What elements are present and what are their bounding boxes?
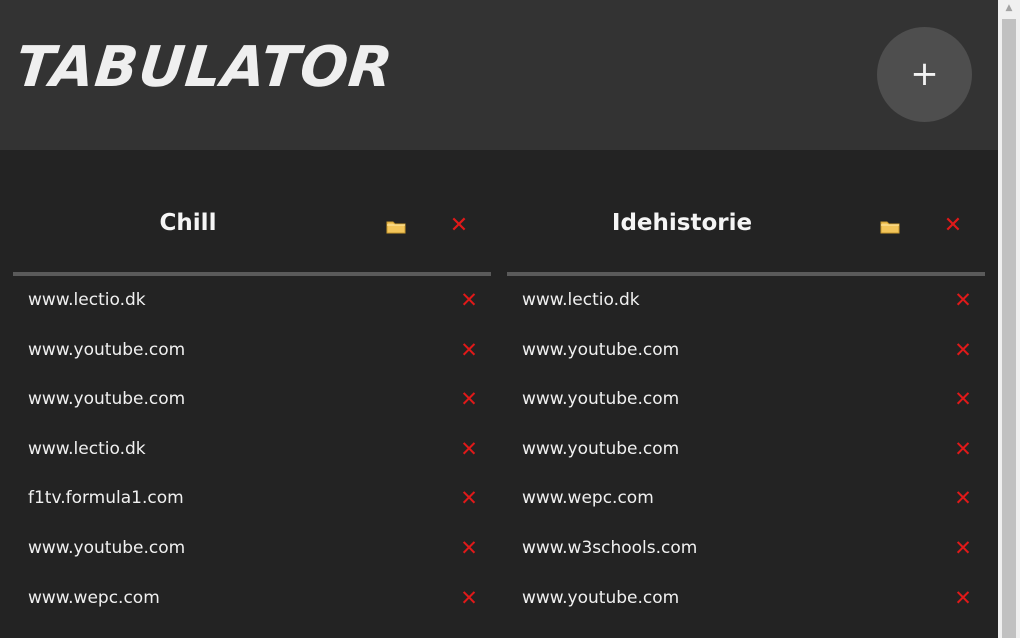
delete-group-button[interactable]: ✕ [449, 213, 469, 239]
folder-icon[interactable] [386, 220, 406, 234]
delete-link-button[interactable]: ✕ [952, 536, 974, 560]
link-item[interactable]: www.youtube.com [28, 340, 185, 360]
tab-group-chill: Chill ✕ www.lectio.dk ✕ www.youtube.com ✕ … [13, 150, 491, 623]
list-item: www.youtube.com ✕ [507, 375, 985, 425]
app: TABULATOR + Chill ✕ www.lectio.dk ✕ www.y… [0, 0, 998, 638]
delete-link-button[interactable]: ✕ [458, 536, 480, 560]
delete-link-button[interactable]: ✕ [458, 338, 480, 362]
list-item: www.youtube.com ✕ [13, 326, 491, 376]
link-item[interactable]: www.lectio.dk [28, 290, 146, 310]
link-item[interactable]: www.lectio.dk [28, 439, 146, 459]
delete-link-button[interactable]: ✕ [952, 338, 974, 362]
list-item: www.youtube.com ✕ [507, 574, 985, 624]
app-header: TABULATOR + [0, 0, 998, 150]
list-item: www.youtube.com ✕ [507, 425, 985, 475]
list-item: www.lectio.dk ✕ [507, 276, 985, 326]
tab-group-idehistorie: Idehistorie ✕ www.lectio.dk ✕ www.youtube… [507, 150, 985, 623]
list-item: www.lectio.dk ✕ [13, 276, 491, 326]
scroll-up-icon[interactable]: ▲ [998, 0, 1020, 17]
vertical-scrollbar[interactable]: ▲ [998, 0, 1020, 638]
group-header: Chill ✕ [13, 150, 491, 276]
group-title: Idehistorie [611, 210, 753, 236]
link-item[interactable]: www.wepc.com [28, 588, 160, 608]
link-item[interactable]: f1tv.formula1.com [28, 488, 184, 508]
link-item[interactable]: www.youtube.com [522, 340, 679, 360]
delete-link-button[interactable]: ✕ [952, 288, 974, 312]
list-item: f1tv.formula1.com ✕ [13, 474, 491, 524]
delete-link-button[interactable]: ✕ [952, 387, 974, 411]
delete-link-button[interactable]: ✕ [458, 437, 480, 461]
link-item[interactable]: www.wepc.com [522, 488, 654, 508]
delete-group-button[interactable]: ✕ [943, 213, 963, 239]
list-item: www.w3schools.com ✕ [507, 524, 985, 574]
link-item[interactable]: www.youtube.com [28, 538, 185, 558]
list-item: www.youtube.com ✕ [13, 375, 491, 425]
delete-link-button[interactable]: ✕ [952, 586, 974, 610]
delete-link-button[interactable]: ✕ [952, 437, 974, 461]
list-item: www.wepc.com ✕ [507, 474, 985, 524]
link-item[interactable]: www.lectio.dk [522, 290, 640, 310]
group-title: Chill [159, 210, 217, 236]
link-item[interactable]: www.youtube.com [28, 389, 185, 409]
list-item: www.youtube.com ✕ [507, 326, 985, 376]
folder-icon[interactable] [880, 220, 900, 234]
delete-link-button[interactable]: ✕ [458, 586, 480, 610]
delete-link-button[interactable]: ✕ [458, 486, 480, 510]
add-group-button[interactable]: + [877, 27, 972, 122]
link-item[interactable]: www.youtube.com [522, 439, 679, 459]
delete-link-button[interactable]: ✕ [458, 288, 480, 312]
list-item: www.wepc.com ✕ [13, 574, 491, 624]
delete-link-button[interactable]: ✕ [458, 387, 480, 411]
list-item: www.lectio.dk ✕ [13, 425, 491, 475]
link-item[interactable]: www.youtube.com [522, 389, 679, 409]
app-logo: TABULATOR [12, 35, 397, 100]
list-item: www.youtube.com ✕ [13, 524, 491, 574]
scrollbar-thumb[interactable] [1002, 19, 1016, 638]
group-header: Idehistorie ✕ [507, 150, 985, 276]
link-item[interactable]: www.w3schools.com [522, 538, 697, 558]
link-list: www.lectio.dk ✕ www.youtube.com ✕ www.yout… [13, 276, 491, 623]
link-list: www.lectio.dk ✕ www.youtube.com ✕ www.yout… [507, 276, 985, 623]
delete-link-button[interactable]: ✕ [952, 486, 974, 510]
link-item[interactable]: www.youtube.com [522, 588, 679, 608]
